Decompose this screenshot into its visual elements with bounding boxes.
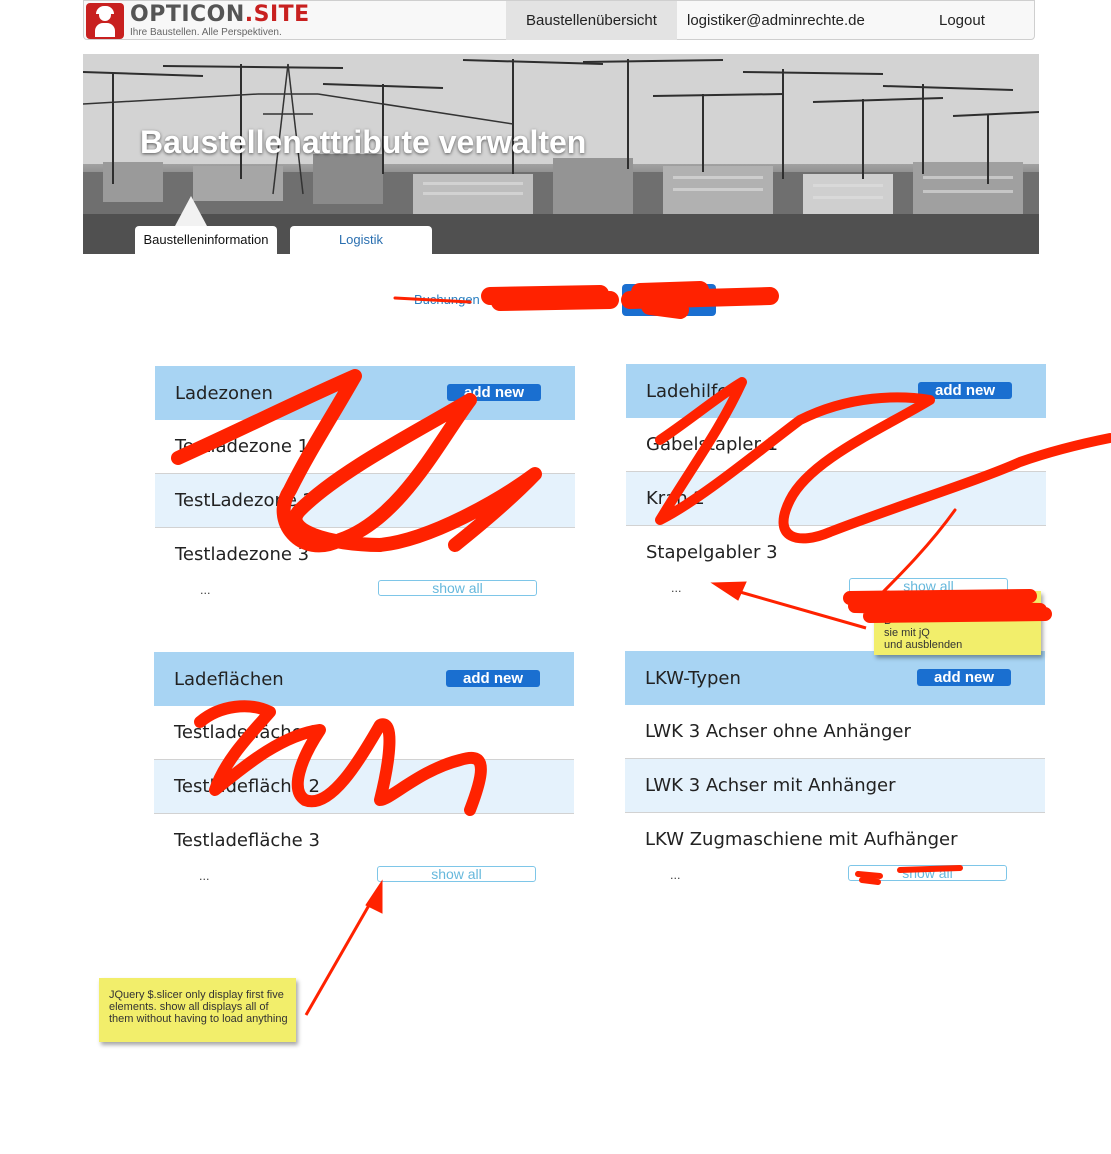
list-item[interactable]: Gabelstapler 1 (626, 418, 1046, 472)
list-item-label: Stapelgabler 3 (646, 542, 778, 563)
panel-header: Ladezonen add new (155, 366, 575, 420)
panel-ladeflaechen: Ladeflächen add new Testladefläche 1 Tes… (154, 652, 574, 868)
list-item[interactable]: LKW Zugmaschiene mit Aufhänger (625, 813, 1045, 867)
brand-name[interactable]: OPTICON.SITE (130, 4, 310, 26)
panel-header: LKW-Typen add new (625, 651, 1045, 705)
panel-lkw-typen: LKW-Typen add new LWK 3 Achser ohne Anhä… (625, 651, 1045, 867)
logo-body (95, 23, 115, 37)
list-item-label: Testladefläche 1 (174, 722, 320, 743)
list-item[interactable]: Stapelgabler 3 (626, 526, 1046, 580)
note-line: und ausblenden (884, 639, 963, 651)
list-item-label: LWK 3 Achser mit Anhänger (645, 775, 896, 796)
subnav-link-buchungen[interactable]: Buchungen (414, 292, 480, 307)
arrow-head (365, 879, 383, 914)
logo-icon[interactable] (86, 3, 124, 39)
list-item-label: LKW Zugmaschiene mit Aufhänger (645, 829, 958, 850)
list-item[interactable]: LWK 3 Achser ohne Anhänger (625, 705, 1045, 759)
show-all-button[interactable]: show all (848, 865, 1007, 881)
panel-header: Ladehilfen add new (626, 364, 1046, 418)
list-item[interactable]: Testladezone 3 (155, 528, 575, 582)
arrow-to-ellipsis (739, 590, 867, 630)
list-item-label: TestLadezone 2 (175, 490, 315, 511)
tab-logistik[interactable]: Logistik (290, 226, 432, 254)
list-item-label: Kran 2 (646, 488, 705, 509)
show-all-button[interactable]: show all (377, 866, 536, 882)
panel-title: Ladehilfen (646, 381, 740, 402)
show-all-button[interactable]: show all (378, 580, 537, 596)
list-item-label: Testladefläche 2 (174, 776, 320, 797)
list-item[interactable]: Testladezone 1 (155, 420, 575, 474)
annotation-note-slicer: JQuery $.slicer only display first five … (99, 978, 296, 1042)
hero-banner: Baustellenattribute verwalten Baustellen… (83, 54, 1039, 254)
annotation-note-toggle: B sie mit jQ und ausblenden (874, 591, 1041, 655)
panel-title: Ladeflächen (174, 669, 284, 690)
add-new-button[interactable]: add new (447, 384, 541, 401)
tab-baustelleninformation[interactable]: Baustelleninformation (135, 226, 277, 254)
brand-name-part1: OPTICON (130, 2, 245, 27)
nav-user-link[interactable]: logistiker@adminrechte.de (677, 1, 875, 40)
panel-title: Ladezonen (175, 383, 273, 404)
list-item[interactable]: Testladefläche 3 (154, 814, 574, 868)
top-navigation-bar: OPTICON.SITE Ihre Baustellen. Alle Persp… (83, 0, 1035, 40)
list-item-label: Testladefläche 3 (174, 830, 320, 851)
list-ellipsis: ... (671, 582, 682, 595)
list-item-label: Testladezone 3 (175, 544, 310, 565)
add-new-button[interactable]: add new (917, 669, 1011, 686)
brand-tagline: Ihre Baustellen. Alle Perspektiven. (130, 27, 282, 38)
arrow-to-show-all (304, 899, 374, 1016)
note-line: B (884, 615, 892, 627)
list-item[interactable]: Kran 2 (626, 472, 1046, 526)
panel-ladezonen: Ladezonen add new Testladezone 1 TestLad… (155, 366, 575, 582)
list-item-label: Testladezone 1 (175, 436, 310, 457)
list-ellipsis: ... (199, 870, 210, 883)
note-line: sie mit jQ (884, 627, 930, 639)
arrow-head (710, 581, 747, 601)
list-item[interactable]: Testladefläche 1 (154, 706, 574, 760)
list-ellipsis: ... (200, 584, 211, 597)
add-new-button[interactable]: add new (446, 670, 540, 687)
add-new-button[interactable]: add new (918, 382, 1012, 399)
brand-name-part2: .SITE (244, 2, 310, 27)
panel-header: Ladeflächen add new (154, 652, 574, 706)
logo-head (99, 9, 111, 21)
subnav-active-button[interactable] (622, 284, 716, 316)
list-item-label: Gabelstapler 1 (646, 434, 779, 455)
panel-ladehilfen: Ladehilfen add new Gabelstapler 1 Kran 2… (626, 364, 1046, 580)
list-item[interactable]: TestLadezone 2 (155, 474, 575, 528)
list-item[interactable]: LWK 3 Achser mit Anhänger (625, 759, 1045, 813)
nav-overview-link[interactable]: Baustellenübersicht (506, 1, 677, 40)
list-item-label: LWK 3 Achser ohne Anhänger (645, 721, 911, 742)
list-item[interactable]: Testladefläche 2 (154, 760, 574, 814)
page-title: Baustellenattribute verwalten (140, 124, 587, 160)
panel-title: LKW-Typen (645, 668, 741, 689)
nav-logout-link[interactable]: Logout (929, 1, 995, 40)
list-ellipsis: ... (670, 869, 681, 882)
